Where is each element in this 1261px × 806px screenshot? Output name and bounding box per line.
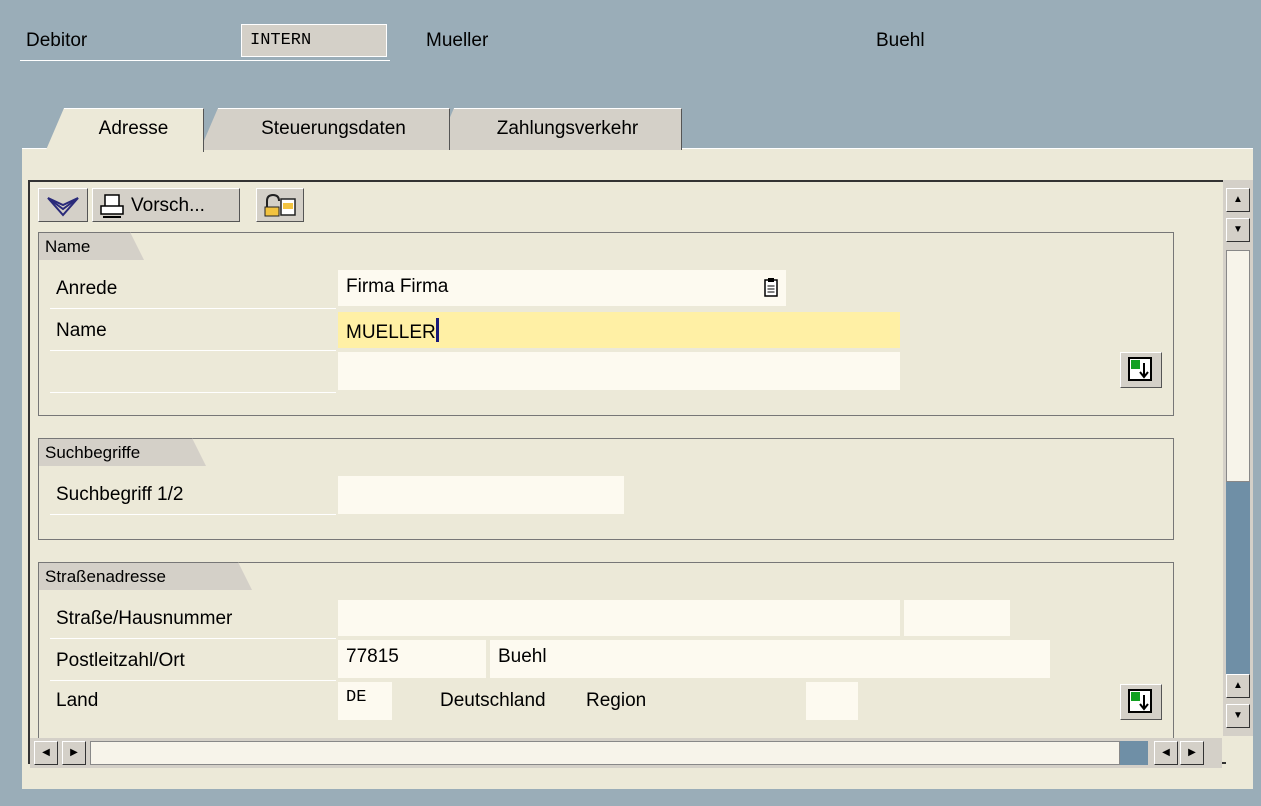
group-title-text: Straßenadresse — [45, 567, 166, 586]
search-terms-group-title: Suchbegriffe — [38, 438, 206, 466]
group-title-text: Name — [45, 237, 91, 256]
tab-zahlungsverkehr[interactable]: Zahlungsverkehr — [436, 108, 682, 150]
region-field[interactable] — [806, 682, 858, 720]
scroll-down-button-lower[interactable]: ▼ — [1226, 704, 1250, 728]
customer-city-text: Buehl — [876, 30, 925, 51]
scroll-track[interactable] — [1226, 482, 1250, 674]
row-divider — [50, 308, 336, 309]
expand-fields-icon — [1128, 357, 1152, 381]
tab-adresse[interactable]: Adresse — [46, 108, 204, 152]
printer-icon — [100, 194, 124, 218]
postal-code-field[interactable]: 77815 — [338, 640, 486, 678]
name-group-title: Name — [38, 232, 144, 260]
city-field[interactable]: Buehl — [490, 640, 1050, 678]
lock-version-icon — [264, 193, 296, 217]
region-label: Region — [586, 690, 647, 711]
tab-edge — [46, 108, 64, 150]
tab-steuerungsdaten[interactable]: Steuerungsdaten — [200, 108, 450, 150]
country-name-text: Deutschland — [440, 690, 546, 711]
scroll-up-button[interactable]: ▲ — [1226, 188, 1250, 212]
collapse-button[interactable] — [38, 188, 88, 222]
row-divider — [50, 350, 336, 351]
tab-label: Steuerungsdaten — [261, 118, 406, 139]
street-label: Straße/Hausnummer — [56, 608, 233, 629]
customer-name-text: Mueller — [426, 30, 489, 51]
street-address-group-title: Straßenadresse — [38, 562, 252, 590]
search-term-field[interactable] — [338, 476, 624, 514]
scroll-left-button[interactable]: ◀ — [34, 741, 58, 765]
scroll-up-button-lower[interactable]: ▲ — [1226, 674, 1250, 698]
country-field[interactable]: DE — [338, 682, 392, 720]
group-title-text: Suchbegriffe — [45, 443, 141, 462]
row-divider — [50, 392, 336, 393]
preview-button[interactable]: Vorsch... — [92, 188, 240, 222]
scroll-left-button-right[interactable]: ◀ — [1154, 741, 1178, 765]
search-term-label: Suchbegriff 1/2 — [56, 484, 184, 505]
tab-label: Adresse — [98, 118, 169, 139]
expand-fields-icon — [1128, 689, 1152, 713]
anrede-field[interactable]: Firma Firma — [338, 270, 786, 306]
anrede-value: Firma Firma — [346, 276, 449, 297]
scroll-right-button[interactable]: ▶ — [62, 741, 86, 765]
scroll-down-button[interactable]: ▼ — [1226, 218, 1250, 242]
anrede-label: Anrede — [56, 278, 118, 299]
tab-label: Zahlungsverkehr — [496, 118, 639, 139]
country-label: Land — [56, 690, 99, 711]
row-divider — [50, 680, 336, 681]
vertical-scrollbar[interactable]: ▲ ▼ ▲ ▼ — [1223, 180, 1253, 736]
header-divider — [20, 60, 390, 61]
dropdown-list-icon[interactable] — [762, 278, 780, 298]
more-address-fields-button[interactable] — [1120, 684, 1162, 720]
name2-field[interactable] — [338, 352, 900, 390]
row-divider — [50, 638, 336, 639]
horizontal-scroll-thumb[interactable] — [90, 741, 1120, 765]
street-field[interactable] — [338, 600, 900, 636]
name-label: Name — [56, 320, 107, 341]
account-group-field: INTERN — [241, 24, 387, 57]
postal-label: Postleitzahl/Ort — [56, 650, 185, 671]
preview-button-label: Vorsch... — [131, 195, 205, 216]
house-number-field[interactable] — [904, 600, 1010, 636]
row-divider — [50, 514, 336, 515]
name-field[interactable]: MUELLER — [338, 312, 900, 348]
version-button[interactable] — [256, 188, 304, 222]
horizontal-scroll-track[interactable] — [1120, 741, 1148, 765]
debitor-label: Debitor — [26, 30, 88, 51]
more-name-fields-button[interactable] — [1120, 352, 1162, 388]
name-value: MUELLER — [346, 322, 436, 343]
text-cursor — [435, 318, 439, 342]
horizontal-scrollbar[interactable]: ◀ ▶ ◀ ▶ — [30, 738, 1222, 768]
collapse-chevron-icon — [47, 197, 79, 217]
scroll-thumb[interactable] — [1226, 250, 1250, 482]
scroll-right-button-right[interactable]: ▶ — [1180, 741, 1204, 765]
